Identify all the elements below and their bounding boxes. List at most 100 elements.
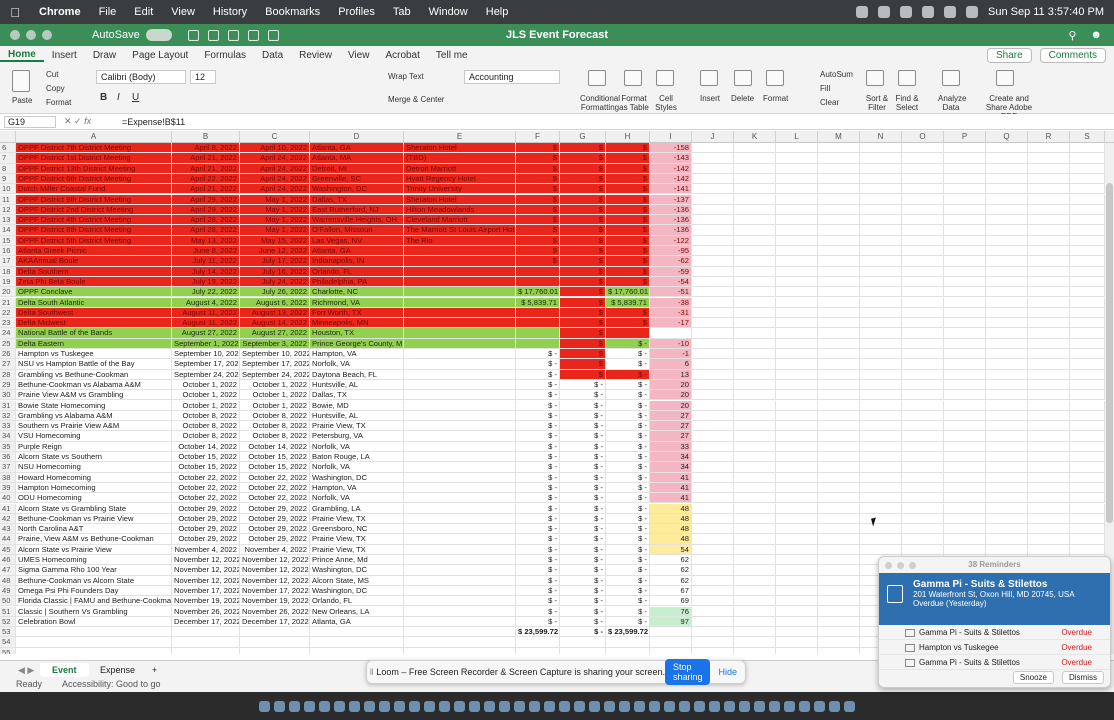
close-icon[interactable] [10,30,20,40]
cell[interactable] [860,173,902,185]
cell[interactable] [650,627,692,638]
cell[interactable] [902,379,944,391]
cell[interactable] [902,143,944,154]
search-icon[interactable] [966,6,978,18]
cell[interactable] [734,318,776,329]
cell[interactable] [404,596,516,607]
cell[interactable] [902,410,944,422]
cell[interactable] [1028,359,1070,370]
cell[interactable] [404,534,516,545]
cell[interactable] [818,143,860,154]
cell[interactable] [944,225,986,236]
cell[interactable]: $ - [606,606,650,617]
cell[interactable]: Trinity University [404,184,516,195]
cell[interactable] [310,647,404,654]
cell[interactable]: $ 23,599.72 [606,627,650,638]
cell[interactable] [16,627,172,638]
cell[interactable] [818,482,860,494]
table-row[interactable]: 14 OPPF District 8th District Meeting Apri… [0,225,1105,236]
cell[interactable]: November 12, 2022 [240,575,310,586]
cell[interactable]: Prairie View, TX [310,544,404,555]
cell[interactable] [1028,421,1070,432]
insert-cells-icon[interactable] [700,70,718,86]
cell[interactable] [776,513,818,525]
zoom-icon[interactable] [42,30,52,40]
cell[interactable]: 76 [650,606,692,617]
cell[interactable]: $ [606,225,650,236]
cell[interactable] [404,318,516,329]
cell[interactable] [1070,143,1105,154]
row-number[interactable]: 35 [0,441,16,452]
cell[interactable] [944,204,986,216]
cell[interactable] [986,235,1028,246]
cell[interactable]: -10 [650,338,692,349]
cell[interactable] [1028,318,1070,329]
row-number[interactable]: 49 [0,585,16,597]
row-number[interactable]: 20 [0,287,16,298]
cell[interactable] [986,204,1028,216]
cell[interactable] [404,637,516,648]
cell[interactable]: Washington, DC [310,585,404,597]
cell[interactable] [692,390,734,401]
cell[interactable] [860,246,902,257]
cell[interactable] [818,173,860,185]
dock-app-icon[interactable] [559,700,570,712]
cell[interactable] [860,524,902,535]
cell[interactable] [734,503,776,514]
cell[interactable]: $ [516,235,560,246]
row-number[interactable]: 44 [0,534,16,545]
cell[interactable]: $ - [516,441,560,452]
cell[interactable]: $ [606,184,650,195]
cell[interactable]: September 3, 2022 [240,338,310,349]
cell[interactable]: Alcorn State vs Grambling State [16,503,172,514]
cell[interactable]: May 1, 2022 [240,215,310,226]
cell[interactable]: $ [560,349,606,360]
cell[interactable]: $ - [516,359,560,370]
cell[interactable]: August 4, 2022 [172,297,240,308]
cell[interactable] [944,359,986,370]
cell[interactable] [404,606,516,617]
cell[interactable] [1070,482,1105,494]
cell[interactable]: $ - [516,524,560,535]
cell[interactable]: April 21, 2022 [172,184,240,195]
cell[interactable] [692,369,734,380]
tab-acrobat[interactable]: Acrobat [377,50,427,61]
cell[interactable]: Grambling vs Alabama A&M [16,410,172,422]
cell[interactable]: June 8, 2022 [172,246,240,257]
cell[interactable] [776,235,818,246]
cell[interactable] [902,266,944,277]
cell[interactable] [1070,534,1105,545]
cell[interactable] [860,431,902,442]
cell[interactable]: Prince George's County, MD [310,338,404,349]
cell[interactable] [1070,318,1105,329]
cell[interactable] [944,215,986,226]
cell[interactable]: $ [560,204,606,216]
cell[interactable]: AKAAnnual Boule [16,256,172,267]
cell[interactable]: July 17, 2022 [240,256,310,267]
cell[interactable] [902,472,944,483]
cell[interactable]: 62 [650,565,692,576]
cell[interactable]: 27 [650,431,692,442]
cell[interactable] [944,338,986,349]
cell[interactable] [860,503,902,514]
cell[interactable] [1070,204,1105,216]
cell[interactable] [944,287,986,298]
cell[interactable] [1070,544,1105,555]
row-number[interactable]: 39 [0,482,16,494]
sheet-tab-expense[interactable]: Expense [88,663,147,677]
cell[interactable]: September 17, 2022 [172,359,240,370]
cell[interactable]: $ - [516,400,560,411]
cell[interactable]: $ - [606,513,650,525]
cell[interactable] [776,544,818,555]
cell[interactable] [944,544,986,555]
table-row[interactable]: 32 Grambling vs Alabama A&M October 8, 202… [0,410,1105,422]
row-number[interactable]: 38 [0,472,16,483]
cell[interactable] [902,482,944,494]
cell[interactable] [1070,503,1105,514]
cell[interactable] [692,194,734,205]
cell[interactable] [776,596,818,607]
cell[interactable]: 27 [650,421,692,432]
cell[interactable] [776,379,818,391]
cell[interactable] [404,472,516,483]
dock-app-icon[interactable] [274,700,285,712]
